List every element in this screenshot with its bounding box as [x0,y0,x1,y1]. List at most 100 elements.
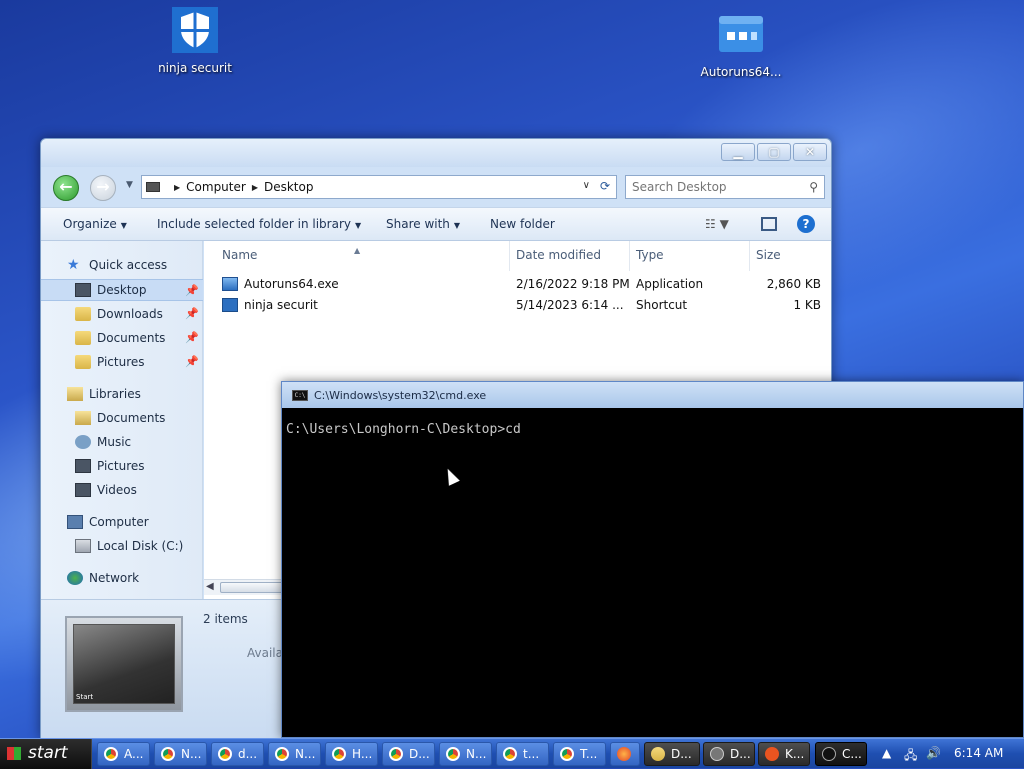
help-icon[interactable]: ? [797,215,815,233]
taskbar-chrome-4[interactable]: N... [268,742,321,766]
caret-down-icon: ▼ [453,221,461,230]
include-in-library-button[interactable]: Include selected folder in library ▼ [157,217,361,231]
search-icon[interactable]: ⚲ [809,180,818,194]
availability-label: Availa [247,646,283,660]
nav-lib-documents[interactable]: Documents [41,407,203,429]
documents-library-icon [75,411,91,425]
desktop-icon-label: ninja securit [158,61,232,75]
chrome-icon [446,747,460,761]
taskbar-chrome-6[interactable]: D... [382,742,435,766]
cmd-console[interactable]: C:\Users\Longhorn-C\Desktop>cd [282,408,1023,451]
column-name[interactable]: Name ▲ [204,241,510,271]
nav-lib-pictures[interactable]: Pictures [41,455,203,477]
computer-icon [67,515,83,529]
explorer-titlebar[interactable]: ▁ ▢ ✕ [41,139,831,167]
items-count: 2 items [203,612,248,626]
star-icon: ★ [67,257,80,273]
chevron-down-icon[interactable]: ∨ [583,180,590,191]
firefox-icon [617,747,631,761]
network-tray-icon[interactable]: 🖧 [904,746,917,767]
breadcrumb-desktop[interactable]: Desktop [264,180,314,194]
tray-expand-icon[interactable]: ▲ [882,746,891,760]
taskbar-cmd[interactable]: C... [815,742,867,766]
maximize-button[interactable]: ▢ [757,143,791,161]
taskbar-chrome-7[interactable]: N... [439,742,492,766]
clock[interactable]: 6:14 AM [954,746,1003,760]
minimize-button[interactable]: ▁ [721,143,755,161]
nav-lib-videos[interactable]: Videos [41,479,203,501]
refresh-icon[interactable]: ⟳ [600,179,610,193]
nav-quick-access[interactable]: ★ Quick access [41,254,203,276]
share-with-button[interactable]: Share with ▼ [386,217,460,231]
taskbar-chrome-5[interactable]: H... [325,742,378,766]
address-bar[interactable]: ▶ Computer ▶ Desktop ∨ ⟳ [141,175,617,199]
desktop-icon [75,283,91,297]
desktop-icon-ninja-securit[interactable]: ninja securit [145,6,245,75]
column-type[interactable]: Type [630,241,750,271]
nav-libraries[interactable]: Libraries [41,383,203,405]
display-icon [710,747,724,761]
nav-pictures[interactable]: Pictures 📌 [41,351,203,373]
cmd-window[interactable]: C:\ C:\Windows\system32\cmd.exe C:\Users… [281,381,1024,738]
preview-pane-icon[interactable] [761,217,777,231]
ubuntu-icon [765,747,779,761]
cmd-icon [822,747,836,761]
column-size[interactable]: Size [750,241,831,271]
taskbar-chrome-1[interactable]: A... [97,742,150,766]
volume-icon[interactable]: 🔊 [926,746,941,760]
navigation-bar: ← → ▼ ▶ Computer ▶ Desktop ∨ ⟳ ⚲ [41,167,831,207]
downloads-folder-icon [75,307,91,321]
organize-button[interactable]: Organize ▼ [63,217,127,231]
back-button[interactable]: ← [53,175,79,201]
nav-lib-music[interactable]: Music [41,431,203,453]
pin-icon[interactable]: 📌 [185,331,199,344]
caret-down-icon: ▼ [120,221,127,230]
chrome-icon [104,747,118,761]
nav-documents[interactable]: Documents 📌 [41,327,203,349]
taskbar-chrome-8[interactable]: t... [496,742,549,766]
file-row[interactable]: ninja securit 5/14/2023 6:14 ... Shortcu… [204,296,831,316]
taskbar-folder[interactable]: D... [644,742,700,766]
start-button[interactable]: start [0,739,92,769]
cmd-title: C:\Windows\system32\cmd.exe [314,388,487,402]
recent-pages-dropdown[interactable]: ▼ [126,180,133,190]
thumbnail-start-label: Start [76,693,94,701]
column-date-modified[interactable]: Date modified [510,241,630,271]
close-button[interactable]: ✕ [793,143,827,161]
pin-icon[interactable]: 📌 [185,355,199,368]
scroll-left-icon[interactable]: ◀ [206,581,214,592]
folder-icon [651,747,665,761]
chrome-icon [503,747,517,761]
desktop-icon-label: Autoruns64... [700,65,782,79]
taskbar-ubuntu[interactable]: K... [758,742,810,766]
nav-local-disk[interactable]: Local Disk (C:) [41,535,203,557]
pin-icon[interactable]: 📌 [185,307,199,320]
shield-icon [172,7,218,53]
forward-button[interactable]: → [90,175,116,201]
nav-network[interactable]: Network [41,567,203,589]
search-input[interactable] [626,176,796,198]
nav-computer[interactable]: Computer [41,511,203,533]
taskbar-display[interactable]: D... [703,742,755,766]
cmd-icon: C:\ [292,389,308,401]
new-folder-button[interactable]: New folder [490,217,555,231]
cmd-titlebar[interactable]: C:\ C:\Windows\system32\cmd.exe [282,382,1023,408]
taskbar-firefox[interactable] [610,742,640,766]
taskbar-chrome-9[interactable]: T... [553,742,606,766]
application-icon [222,277,238,291]
caret-down-icon: ▼ [354,221,362,230]
pin-icon[interactable]: 📌 [185,284,199,297]
taskbar: start A... N... d... N... H... D... N...… [0,738,1024,769]
computer-icon [146,182,160,192]
taskbar-chrome-2[interactable]: N... [154,742,207,766]
taskbar-chrome-3[interactable]: d... [211,742,264,766]
nav-downloads[interactable]: Downloads 📌 [41,303,203,325]
chrome-icon [275,747,289,761]
nav-desktop[interactable]: Desktop 📌 [41,279,203,301]
breadcrumb-computer[interactable]: Computer [186,180,246,194]
desktop-icon-autoruns[interactable]: Autoruns64... [691,10,791,79]
file-row[interactable]: Autoruns64.exe 2/16/2022 9:18 PM Applica… [204,275,831,295]
view-options-icon[interactable]: ☷ ▼ [705,217,729,231]
folder-thumbnail: Start [65,616,183,712]
chrome-icon [218,747,232,761]
